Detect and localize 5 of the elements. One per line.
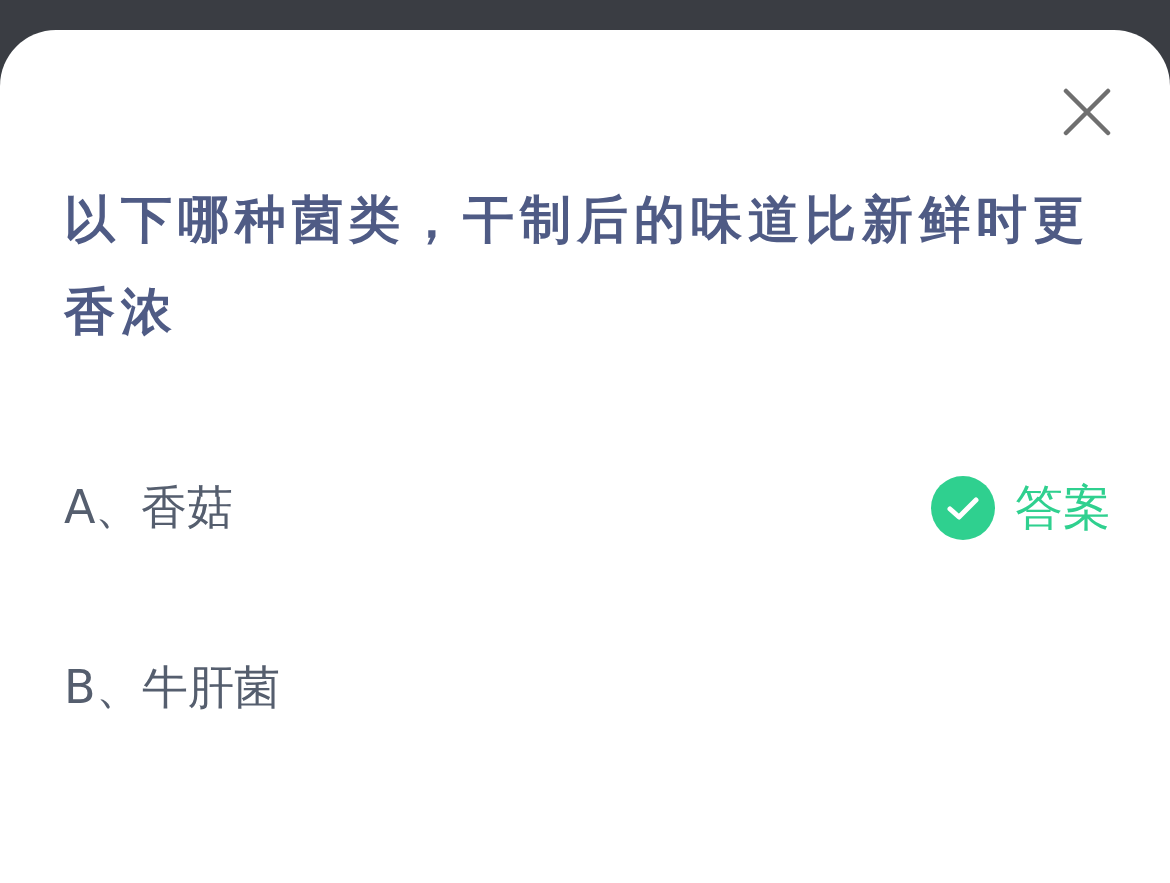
answer-label: 答案 [1015, 478, 1111, 537]
close-icon[interactable] [1063, 88, 1111, 136]
option-text[interactable]: A、香菇 [64, 477, 234, 539]
option-text[interactable]: B、牛肝菌 [64, 657, 280, 719]
question-text: 以下哪种菌类，干制后的味道比新鲜时更香浓 [64, 189, 1091, 343]
